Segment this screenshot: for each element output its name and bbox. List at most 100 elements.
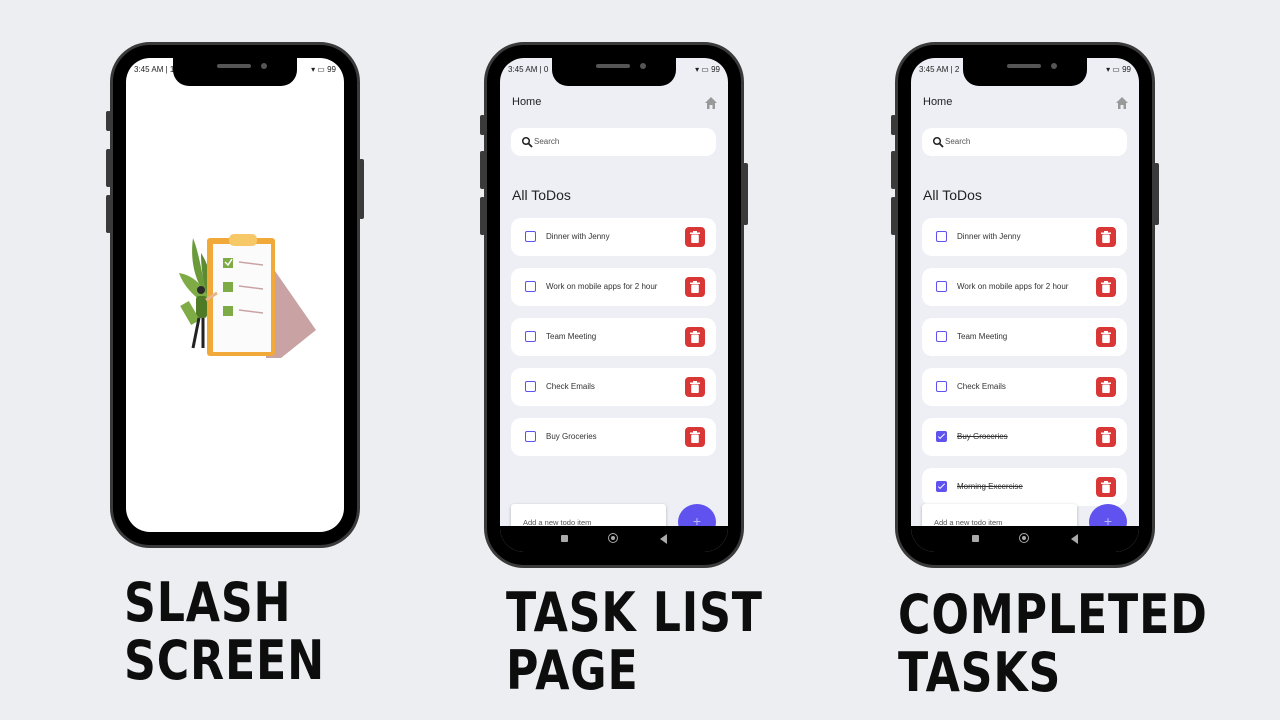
checkbox-icon[interactable]: [936, 481, 947, 492]
search-placeholder: Search: [534, 137, 560, 146]
delete-button[interactable]: [1096, 477, 1116, 497]
side-button: [106, 149, 111, 187]
wifi-icon: ▾ ▭: [311, 65, 325, 74]
checkbox-icon[interactable]: [936, 281, 947, 292]
delete-button[interactable]: [1096, 327, 1116, 347]
checkbox-icon[interactable]: [525, 231, 536, 242]
checkbox-icon[interactable]: [525, 281, 536, 292]
caption-completed: COMPLETED TASKS: [898, 586, 1208, 702]
delete-button[interactable]: [685, 327, 705, 347]
todo-text: Work on mobile apps for 2 hour: [546, 282, 658, 291]
side-button: [480, 115, 485, 135]
trash-icon: [1101, 331, 1111, 343]
todo-text: Buy Groceries: [957, 432, 1008, 441]
todo-text: Team Meeting: [957, 332, 1008, 341]
status-battery: ▾ ▭ 99: [311, 65, 336, 74]
checkbox-icon[interactable]: [525, 431, 536, 442]
section-heading: All ToDos: [512, 187, 571, 203]
trash-icon: [690, 431, 700, 443]
side-button: [106, 111, 111, 131]
delete-button[interactable]: [1096, 377, 1116, 397]
task-list-screen: 3:45 AM | 0 ▾ ▭ 99 Home Search All ToDos…: [500, 58, 728, 552]
status-time: 3:45 AM | 0: [508, 65, 549, 74]
status-time: 3:45 AM | 2: [919, 65, 960, 74]
checkbox-icon[interactable]: [936, 431, 947, 442]
side-button: [480, 151, 485, 189]
delete-button[interactable]: [1096, 427, 1116, 447]
home-nav-icon[interactable]: [1019, 533, 1029, 543]
delete-button[interactable]: [685, 377, 705, 397]
caption-line: PAGE: [506, 639, 639, 702]
page-title: Home: [923, 96, 953, 108]
todo-item[interactable]: Buy Groceries: [511, 418, 716, 456]
todo-item[interactable]: Dinner with Jenny: [922, 218, 1127, 256]
splash-screen: 3:45 AM | 15 ▾ ▭ 99: [126, 58, 344, 532]
recent-apps-icon[interactable]: [972, 535, 979, 542]
caption-line: TASK LIST: [506, 581, 763, 644]
phone-task-list: 3:45 AM | 0 ▾ ▭ 99 Home Search All ToDos…: [480, 42, 748, 568]
notch: [963, 58, 1087, 86]
trash-icon: [1101, 481, 1111, 493]
delete-button[interactable]: [1096, 227, 1116, 247]
page-title: Home: [512, 96, 542, 108]
status-battery: ▾ ▭ 99: [1106, 65, 1131, 74]
todo-text: Work on mobile apps for 2 hour: [957, 282, 1069, 291]
todo-item[interactable]: Team Meeting: [922, 318, 1127, 356]
notch: [173, 58, 297, 86]
side-button: [743, 163, 748, 225]
caption-line: COMPLETED: [898, 583, 1208, 646]
recent-apps-icon[interactable]: [561, 535, 568, 542]
delete-button[interactable]: [685, 427, 705, 447]
search-placeholder: Search: [945, 137, 971, 146]
side-button: [891, 151, 896, 189]
delete-button[interactable]: [1096, 277, 1116, 297]
back-icon[interactable]: [1071, 534, 1078, 544]
checkbox-icon[interactable]: [936, 381, 947, 392]
trash-icon: [1101, 281, 1111, 293]
checkbox-icon[interactable]: [525, 331, 536, 342]
caption-line: SLASH: [124, 571, 292, 634]
delete-button[interactable]: [685, 227, 705, 247]
todo-text: Dinner with Jenny: [546, 232, 610, 241]
todo-item[interactable]: Check Emails: [511, 368, 716, 406]
todo-text: Dinner with Jenny: [957, 232, 1021, 241]
completed-screen: 3:45 AM | 2 ▾ ▭ 99 Home Search All ToDos…: [911, 58, 1139, 552]
delete-button[interactable]: [685, 277, 705, 297]
notch: [552, 58, 676, 86]
wifi-icon: ▾ ▭: [695, 65, 709, 74]
home-icon[interactable]: [1115, 96, 1129, 110]
trash-icon: [1101, 381, 1111, 393]
todo-text: Check Emails: [957, 382, 1006, 391]
todo-item[interactable]: Work on mobile apps for 2 hour: [511, 268, 716, 306]
checkbox-icon[interactable]: [936, 231, 947, 242]
checkbox-icon[interactable]: [936, 331, 947, 342]
todo-item[interactable]: Check Emails: [922, 368, 1127, 406]
nav-bar: [911, 526, 1139, 552]
trash-icon: [690, 331, 700, 343]
phone-splash: 3:45 AM | 15 ▾ ▭ 99: [106, 42, 364, 548]
caption-line: SCREEN: [124, 629, 325, 692]
checkbox-icon[interactable]: [525, 381, 536, 392]
side-button: [891, 197, 896, 235]
todo-item[interactable]: Morning Excercise: [922, 468, 1127, 506]
side-button: [480, 197, 485, 235]
home-icon[interactable]: [704, 96, 718, 110]
caption-line: TASKS: [898, 641, 1062, 704]
search-input[interactable]: Search: [511, 128, 716, 156]
side-button: [891, 115, 896, 135]
back-icon[interactable]: [660, 534, 667, 544]
todo-item[interactable]: Buy Groceries: [922, 418, 1127, 456]
todo-item[interactable]: Work on mobile apps for 2 hour: [922, 268, 1127, 306]
todo-item[interactable]: Team Meeting: [511, 318, 716, 356]
todo-item[interactable]: Dinner with Jenny: [511, 218, 716, 256]
app-bar: Home: [512, 96, 718, 112]
status-battery: ▾ ▭ 99: [695, 65, 720, 74]
nav-bar: [500, 526, 728, 552]
trash-icon: [690, 281, 700, 293]
side-button: [359, 159, 364, 219]
search-icon: [521, 136, 533, 148]
search-input[interactable]: Search: [922, 128, 1127, 156]
home-nav-icon[interactable]: [608, 533, 618, 543]
trash-icon: [1101, 431, 1111, 443]
wifi-icon: ▾ ▭: [1106, 65, 1120, 74]
